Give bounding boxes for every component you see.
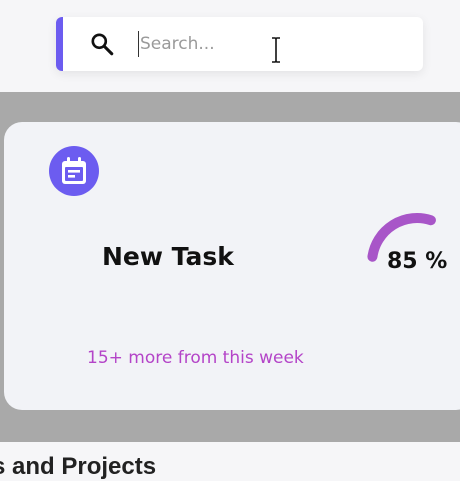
task-title: New Task xyxy=(102,242,234,271)
search-bar[interactable] xyxy=(56,17,423,71)
calendar-icon xyxy=(62,157,86,184)
task-card[interactable]: New Task 85 % 15+ more from this week xyxy=(4,122,460,410)
search-input[interactable] xyxy=(138,31,388,57)
more-from-week-link[interactable]: 15+ more from this week xyxy=(87,348,304,368)
progress-label: 85 % xyxy=(387,249,448,274)
section-heading: s and Projects xyxy=(0,453,157,480)
search-icon[interactable] xyxy=(89,31,115,57)
calendar-badge xyxy=(49,146,99,196)
text-cursor-icon xyxy=(272,37,280,63)
